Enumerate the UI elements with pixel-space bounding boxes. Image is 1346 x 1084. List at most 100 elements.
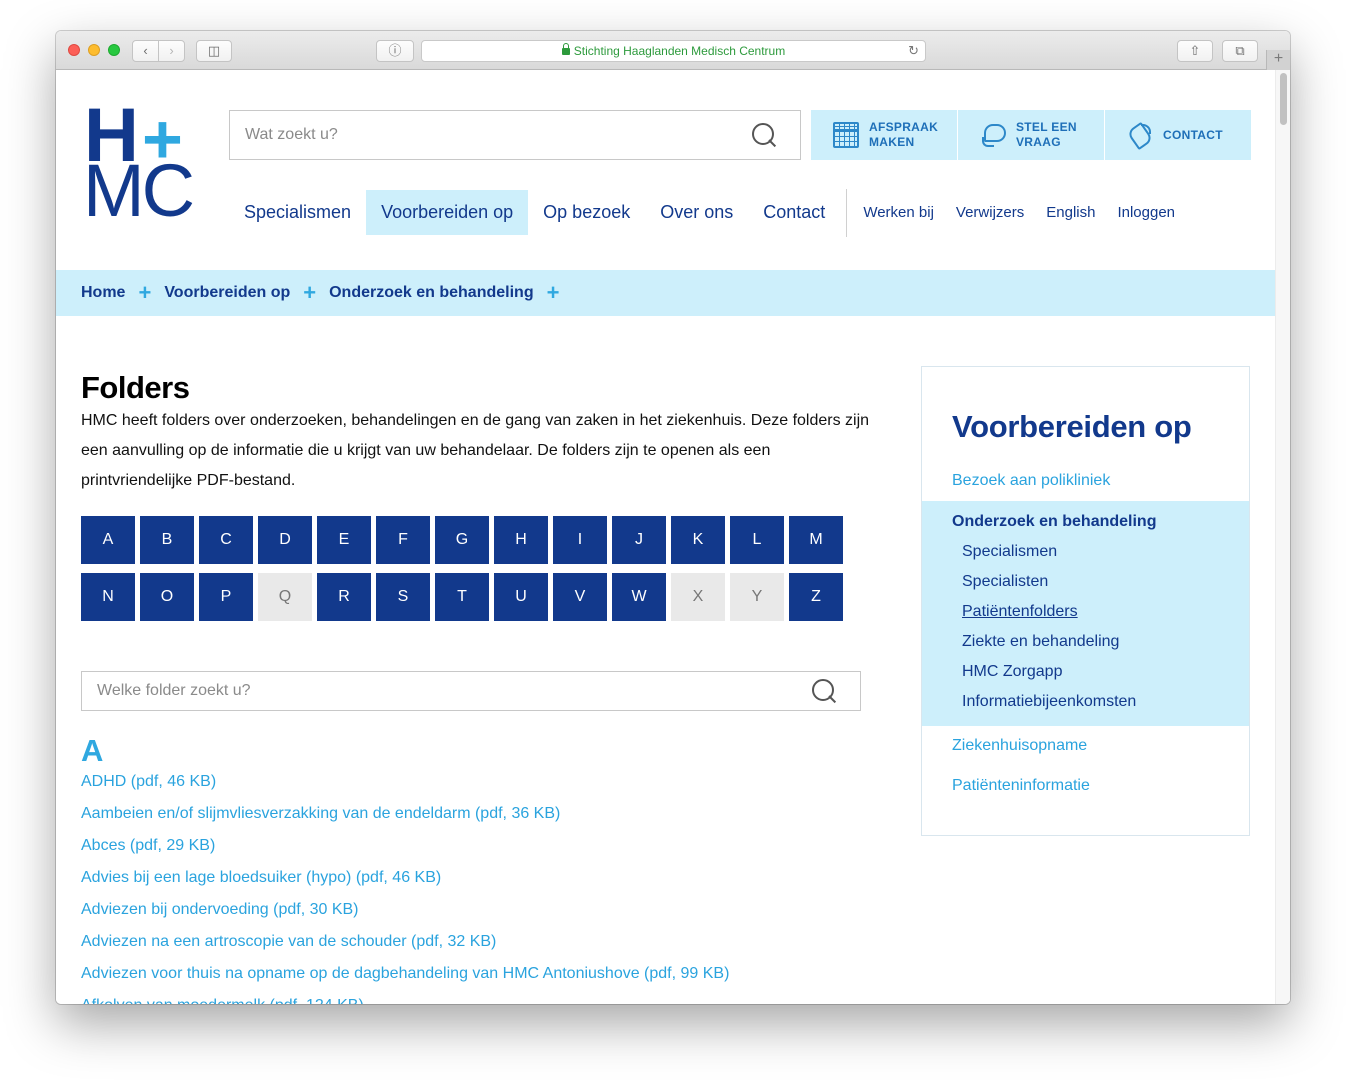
chevron-right-icon: › [169,43,174,58]
nav-specialismen[interactable]: Specialismen [229,190,366,235]
page-intro: HMC heeft folders over onderzoeken, beha… [81,412,870,489]
sidebar-link-patienteninformatie[interactable]: Patiënteninformatie [952,777,1090,795]
calendar-icon [833,122,859,148]
letter-button-b[interactable]: B [140,516,194,564]
folder-link[interactable]: Aambeien en/of slijmvliesverzakking van … [81,798,861,830]
search-icon[interactable] [812,679,836,703]
folder-link[interactable]: Adviezen na een artroscopie van de schou… [81,926,861,958]
letter-button-r[interactable]: R [317,573,371,621]
letter-button-i[interactable]: I [553,516,607,564]
minimize-window-icon[interactable] [88,44,100,56]
sidebar-sub-specialismen[interactable]: Specialismen [962,543,1057,561]
folder-search-input[interactable] [82,672,860,710]
letter-button-u[interactable]: U [494,573,548,621]
share-button[interactable]: ⇧ [1177,40,1213,62]
breadcrumb-home[interactable]: Home [81,284,125,302]
sidebar-sub-ziekte-en-behandeling[interactable]: Ziekte en behandeling [962,633,1119,651]
ask-question-label: STEL EEN VRAAG [1016,120,1077,149]
main-nav: Specialismen Voorbereiden op Op bezoek O… [229,188,1186,237]
zoom-window-icon[interactable] [108,44,120,56]
letter-button-p[interactable]: P [199,573,253,621]
nav-werken-bij[interactable]: Werken bij [852,190,945,235]
letter-button-c[interactable]: C [199,516,253,564]
letter-button-o[interactable]: O [140,573,194,621]
folder-link[interactable]: Abces (pdf, 29 KB) [81,830,861,862]
page-viewport: H + MC AFSPRAAKMAKEN STEL EENVRAAG CONTA… [56,70,1290,1004]
close-window-icon[interactable] [68,44,80,56]
folder-link[interactable]: Afkolven van moedermelk (pdf, 124 KB) [81,990,861,1004]
nav-inloggen[interactable]: Inloggen [1106,190,1186,235]
nav-op-bezoek[interactable]: Op bezoek [528,190,645,235]
plus-icon: + [1273,50,1284,67]
letter-button-m[interactable]: M [789,516,843,564]
chevron-left-icon: ‹ [143,43,148,58]
contact-button[interactable]: CONTACT [1104,110,1251,160]
sidebar-toggle-button[interactable]: ◫ [196,40,232,62]
nav-contact[interactable]: Contact [748,190,840,235]
address-bar[interactable]: Stichting Haaglanden Medisch Centrum ↻ [421,40,926,62]
reload-icon[interactable]: ↻ [908,41,919,61]
breadcrumb-plus-icon: + [303,280,317,305]
breadcrumb-voorbereiden-op[interactable]: Voorbereiden op [164,284,290,302]
sidebar-sub-hmc-zorgapp[interactable]: HMC Zorgapp [962,663,1062,681]
letter-heading: A [81,733,104,768]
page-title: Folders [81,370,190,405]
letter-button-v[interactable]: V [553,573,607,621]
letter-button-q: Q [258,573,312,621]
letter-button-e[interactable]: E [317,516,371,564]
breadcrumb: Home + Voorbereiden op + Onderzoek en be… [56,270,1275,316]
letter-button-g[interactable]: G [435,516,489,564]
letter-button-l[interactable]: L [730,516,784,564]
site-search-input[interactable] [230,111,800,159]
share-icon: ⇧ [1189,43,1201,58]
letter-button-t[interactable]: T [435,573,489,621]
letter-button-w[interactable]: W [612,573,666,621]
hmc-logo[interactable]: H + MC [83,98,195,230]
reader-mode-button[interactable]: ⓘ [376,40,414,62]
letter-button-f[interactable]: F [376,516,430,564]
browser-window: ‹ › ◫ ⓘ Stichting Haaglanden Medisch Cen… [56,31,1290,1004]
sidebar-link-bezoek-aan-polikliniek[interactable]: Bezoek aan polikliniek [952,472,1110,490]
back-button[interactable]: ‹ [132,40,159,62]
breadcrumb-plus-icon: + [546,280,560,305]
letter-button-x: X [671,573,725,621]
sidebar-sub-specialisten[interactable]: Specialisten [962,573,1048,591]
nav-divider [846,188,848,237]
letter-button-a[interactable]: A [81,516,135,564]
new-tab-button[interactable]: + [1266,50,1290,70]
search-icon[interactable] [752,123,776,147]
letter-button-n[interactable]: N [81,573,135,621]
sidebar-sub-patientenfolders[interactable]: Patiëntenfolders [962,603,1078,621]
make-appointment-button[interactable]: AFSPRAAK MAKEN [811,110,957,160]
letter-button-d[interactable]: D [258,516,312,564]
scrollbar-thumb[interactable] [1280,73,1287,125]
tabs-icon: ⧉ [1235,43,1245,58]
nav-verwijzers[interactable]: Verwijzers [945,190,1035,235]
forward-button[interactable]: › [158,40,185,62]
breadcrumb-onderzoek-en-behandeling[interactable]: Onderzoek en behandeling [329,284,533,302]
letter-button-y: Y [730,573,784,621]
nav-over-ons[interactable]: Over ons [645,190,748,235]
letter-button-s[interactable]: S [376,573,430,621]
ask-question-button[interactable]: STEL EEN VRAAG [957,110,1104,160]
page-scrollbar[interactable] [1275,70,1290,1004]
show-tabs-button[interactable]: ⧉ [1222,40,1258,62]
address-text: Stichting Haaglanden Medisch Centrum [573,44,786,58]
folder-link[interactable]: Advies bij een lage bloedsuiker (hypo) (… [81,862,861,894]
folder-link[interactable]: Adviezen voor thuis na opname op de dagb… [81,958,861,990]
section-sidebar: Voorbereiden op Bezoek aan polikliniek O… [921,366,1250,836]
letter-button-k[interactable]: K [671,516,725,564]
folder-link[interactable]: Adviezen bij ondervoeding (pdf, 30 KB) [81,894,861,926]
letter-button-j[interactable]: J [612,516,666,564]
letter-button-z[interactable]: Z [789,573,843,621]
make-appointment-label: AFSPRAAK MAKEN [869,120,939,149]
sidebar-link-ziekenhuisopname[interactable]: Ziekenhuisopname [952,737,1087,755]
sidebar-icon: ◫ [207,43,221,58]
sidebar-link-onderzoek-en-behandeling[interactable]: Onderzoek en behandeling [952,513,1156,531]
nav-english[interactable]: English [1035,190,1106,235]
sidebar-sub-informatiebijeenkomsten[interactable]: Informatiebijeenkomsten [962,693,1136,711]
nav-voorbereiden-op[interactable]: Voorbereiden op [366,190,529,235]
letter-button-h[interactable]: H [494,516,548,564]
contact-label: CONTACT [1163,127,1223,142]
folder-link[interactable]: ADHD (pdf, 46 KB) [81,766,861,798]
